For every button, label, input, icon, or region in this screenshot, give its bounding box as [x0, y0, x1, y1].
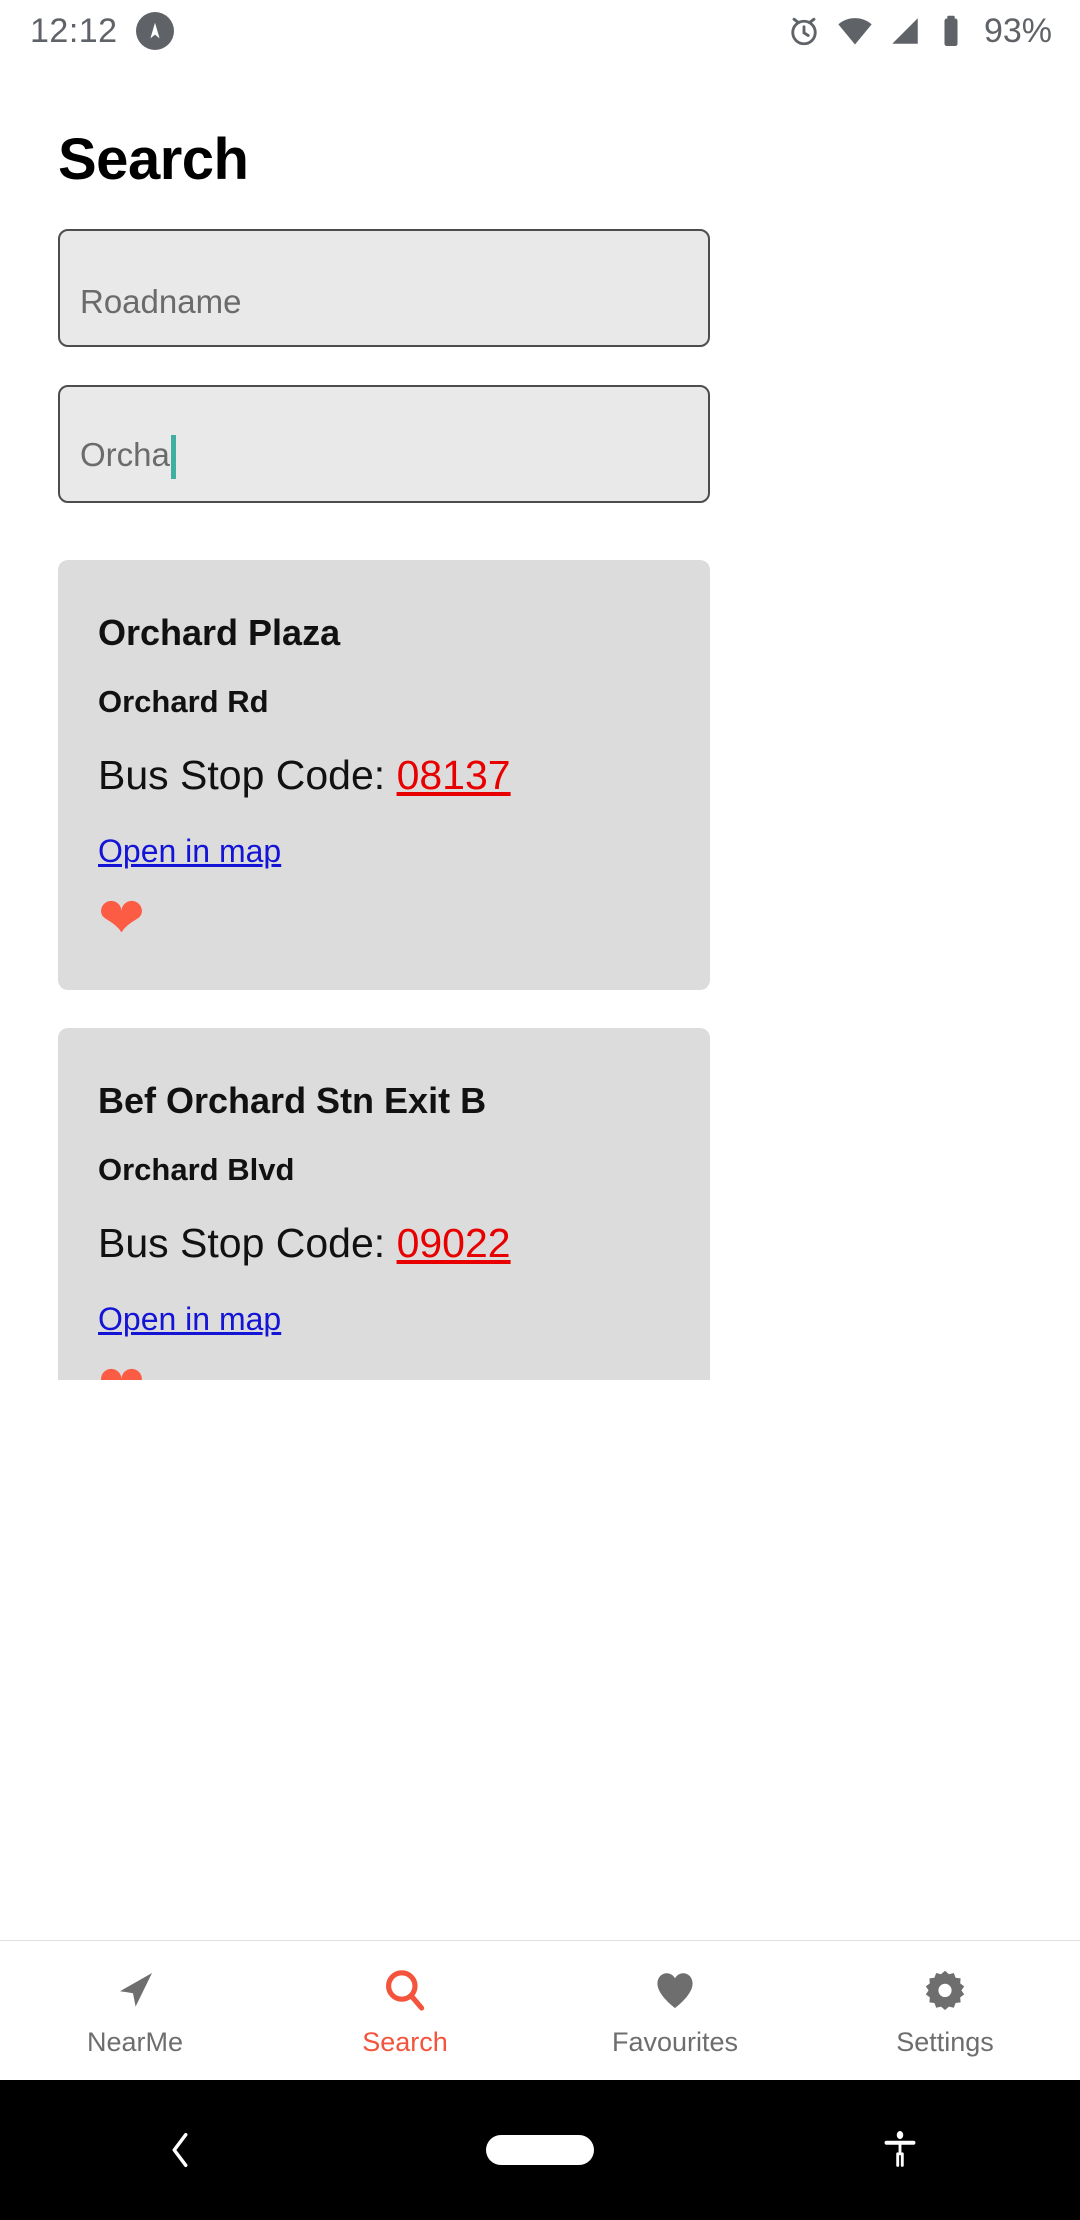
alarm-icon [786, 13, 822, 49]
app-screen: 12:12 93% Search Roadname Orcha Orchard … [0, 0, 1080, 2220]
bus-stop-code-label: Bus Stop Code: [98, 752, 397, 798]
android-nav-bar [0, 2080, 1080, 2220]
heart-icon[interactable]: ❤ [98, 1358, 710, 1380]
home-pill-icon[interactable] [360, 2135, 720, 2165]
bus-stop-result-card[interactable]: Orchard Plaza Orchard Rd Bus Stop Code: … [58, 560, 710, 990]
search-query-input-value-wrap: Orcha [60, 433, 176, 501]
bus-stop-road: Orchard Blvd [98, 1152, 295, 1187]
accessibility-icon[interactable] [720, 2127, 1080, 2173]
battery-icon [936, 14, 966, 48]
tab-settings-label: Settings [896, 2027, 994, 2057]
gear-icon [921, 1963, 969, 2017]
tab-search[interactable]: Search [270, 1963, 540, 2058]
status-bar: 12:12 93% [0, 0, 1080, 62]
home-pill-shape [486, 2135, 594, 2165]
page-title: Search [58, 127, 249, 192]
open-in-map-link[interactable]: Open in map [98, 1301, 281, 1338]
bus-stop-name: Bef Orchard Stn Exit B [98, 1080, 487, 1121]
bus-stop-code-row: Bus Stop Code: 08137 [98, 752, 710, 799]
status-bar-icons: 93% [786, 12, 1052, 51]
tab-favourites[interactable]: Favourites [540, 1963, 810, 2058]
bus-stop-code-row: Bus Stop Code: 09022 [98, 1220, 710, 1267]
tab-nearme-label: NearMe [86, 2027, 184, 2057]
signal-icon [888, 14, 922, 48]
roadname-input[interactable]: Roadname [58, 229, 710, 347]
heart-icon [651, 1963, 699, 2017]
roadname-input-placeholder: Roadname [80, 283, 242, 320]
wifi-icon [836, 12, 874, 50]
battery-percent-label: 93% [983, 11, 1052, 50]
search-results-list: Orchard Plaza Orchard Rd Bus Stop Code: … [0, 560, 1080, 1380]
bus-stop-code-value[interactable]: 09022 [397, 1220, 511, 1266]
tab-settings[interactable]: Settings [810, 1963, 1080, 2058]
compass-icon [135, 12, 174, 50]
text-caret [170, 435, 176, 479]
tab-favourites-label: Favourites [611, 2027, 739, 2057]
bus-stop-name: Orchard Plaza [98, 612, 341, 653]
bus-stop-code-value[interactable]: 08137 [397, 752, 511, 798]
tab-nearme[interactable]: NearMe [0, 1963, 270, 2058]
tab-search-label: Search [362, 2027, 448, 2057]
search-query-input[interactable]: Orcha [58, 385, 710, 503]
search-query-input-value: Orcha [80, 436, 170, 473]
heart-icon[interactable]: ❤ [98, 890, 710, 946]
search-icon [381, 1963, 429, 2017]
bus-stop-code-label: Bus Stop Code: [98, 1220, 397, 1266]
open-in-map-link[interactable]: Open in map [98, 833, 281, 870]
bus-stop-road: Orchard Rd [98, 684, 269, 719]
bottom-tab-bar: NearMe Search Favourites Settings [0, 1940, 1080, 2080]
bus-stop-result-card[interactable]: Bef Orchard Stn Exit B Orchard Blvd Bus … [58, 1028, 710, 1380]
navigation-arrow-icon [111, 1963, 159, 2017]
back-chevron-icon[interactable] [0, 2127, 360, 2173]
status-bar-clock: 12:12 [30, 11, 118, 50]
